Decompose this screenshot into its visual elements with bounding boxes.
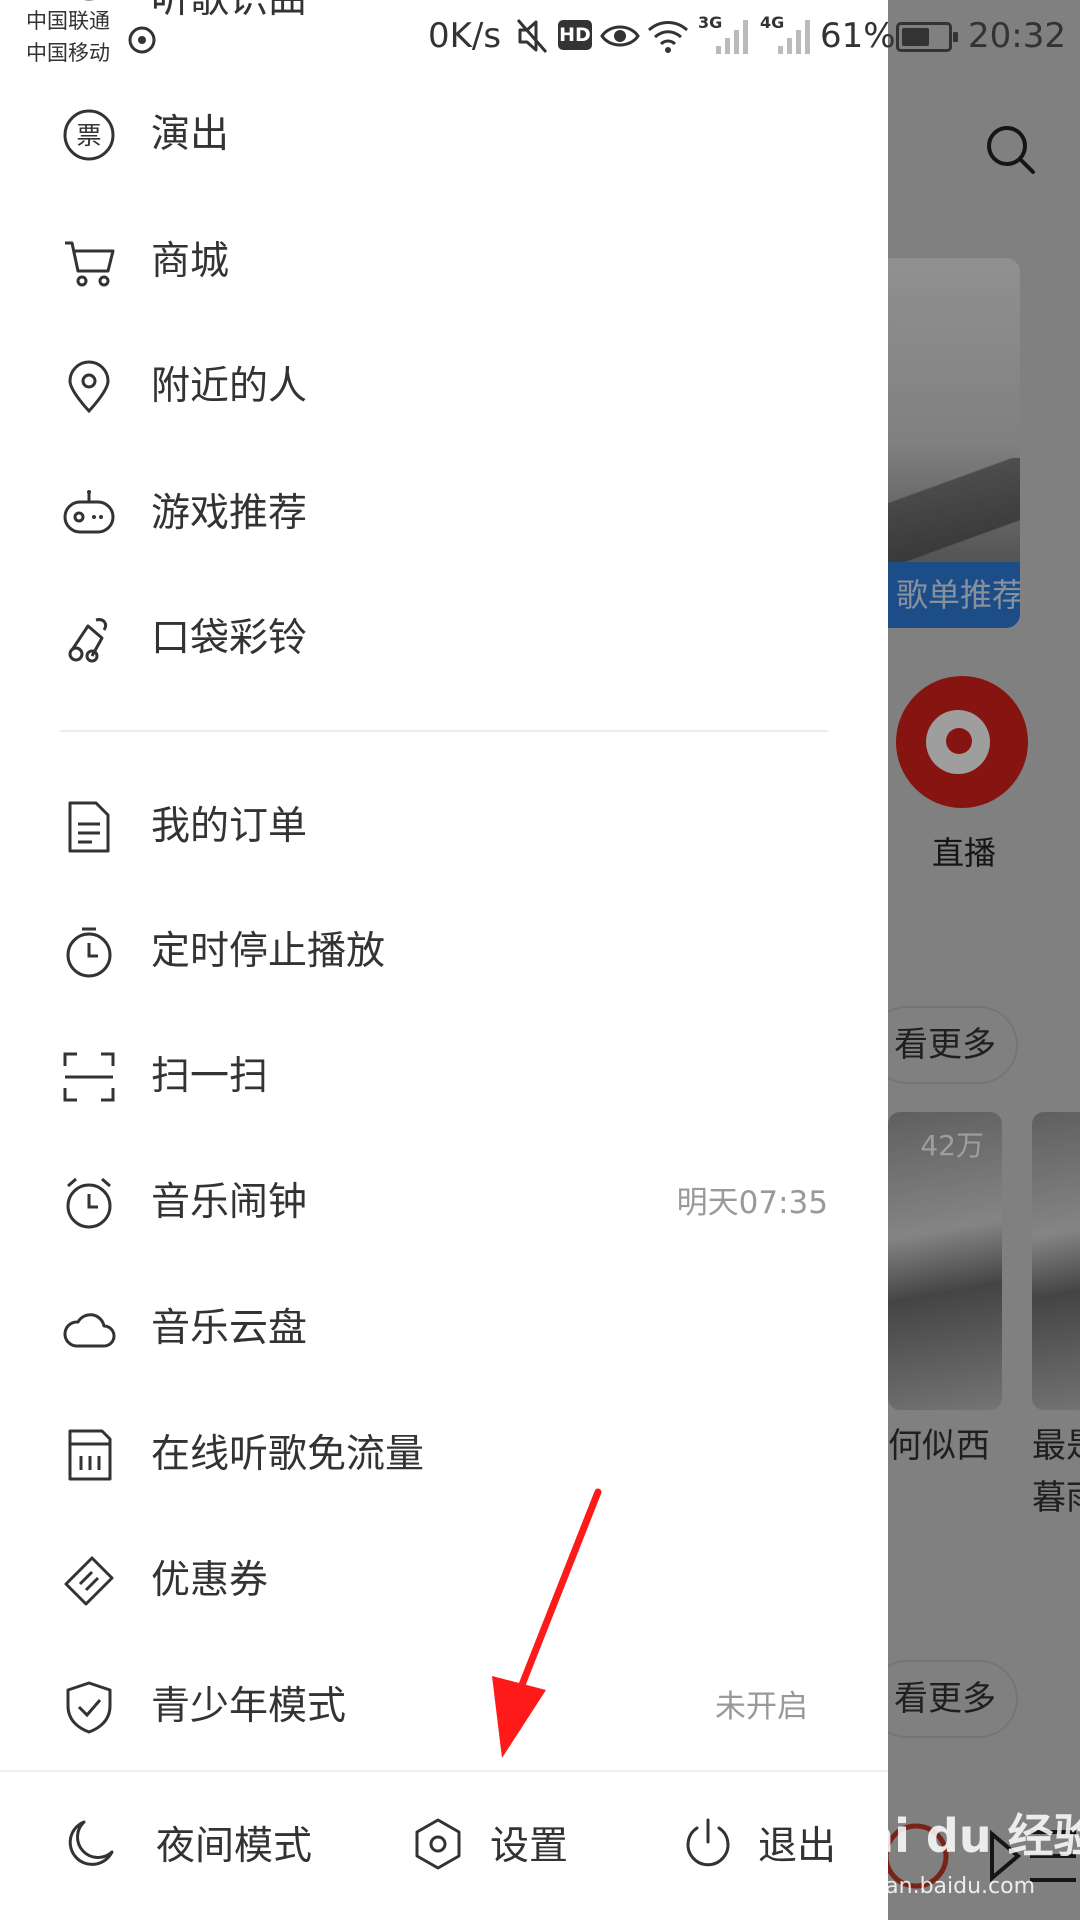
menu-item-scan[interactable]: 扫一扫 bbox=[0, 1022, 888, 1132]
order-document-icon bbox=[62, 800, 116, 854]
logout-label: 退出 bbox=[758, 1824, 837, 1869]
settings-button[interactable]: 设置 bbox=[330, 1772, 630, 1920]
menu-item-music-alarm[interactable]: 音乐闹钟 明天07:35 bbox=[0, 1148, 888, 1258]
night-mode-button[interactable]: 夜间模式 bbox=[0, 1772, 330, 1920]
menu-item-my-orders[interactable]: 我的订单 bbox=[0, 772, 888, 882]
ringtone-icon bbox=[62, 612, 116, 666]
menu-item-label: 青少年模式 bbox=[151, 1684, 347, 1729]
cart-icon bbox=[62, 235, 116, 289]
dim-overlay[interactable] bbox=[888, 0, 1080, 1920]
menu-item-label: 定时停止播放 bbox=[151, 929, 386, 974]
menu-item-label: 商城 bbox=[151, 239, 230, 284]
drawer-bottom-bar: 夜间模式 设置 退出 bbox=[0, 1770, 888, 1920]
menu-item-coupons[interactable]: 优惠券 bbox=[0, 1526, 888, 1636]
settings-hexagon-icon bbox=[415, 1818, 461, 1870]
battery-percent: 61% bbox=[820, 16, 896, 56]
menu-item-label: 扫一扫 bbox=[151, 1054, 269, 1099]
signal-4g-icon bbox=[778, 20, 810, 54]
carrier-name: 中国联通 bbox=[26, 9, 110, 33]
baidu-jingyan-watermark: Bai du 经验 jingyan.baidu.com bbox=[828, 1800, 1080, 1920]
menu-item-nearby-people[interactable]: 附近的人 bbox=[0, 332, 888, 442]
scan-icon bbox=[62, 1050, 116, 1104]
red-annotation-arrow bbox=[492, 1488, 602, 1758]
eye-icon bbox=[600, 25, 640, 47]
menu-item-label: 音乐闹钟 bbox=[151, 1180, 308, 1225]
menu-item-cloud-drive[interactable]: 音乐云盘 bbox=[0, 1274, 888, 1384]
gamepad-icon bbox=[62, 487, 116, 541]
menu-item-label: 优惠券 bbox=[151, 1558, 269, 1603]
background-app: 歌单推荐 直播 看更多 42万 何似西 最是 暮雨 看更多 bbox=[888, 0, 1080, 1920]
menu-item-label: 演出 bbox=[151, 112, 230, 157]
moon-icon bbox=[68, 1820, 114, 1866]
timer-icon bbox=[62, 925, 116, 979]
watermark-logo: Bai du 经验 bbox=[828, 1809, 1080, 1863]
menu-item-label: 附近的人 bbox=[151, 364, 308, 409]
alarm-time: 明天07:35 bbox=[676, 1185, 828, 1221]
menu-item-label: 口袋彩铃 bbox=[151, 616, 308, 661]
carrier-name: 中国移动 bbox=[26, 41, 110, 65]
svg-text:票: 票 bbox=[76, 121, 101, 150]
app-notification-icon bbox=[128, 26, 156, 54]
menu-item-shows[interactable]: 票 演出 bbox=[0, 80, 888, 190]
signal-3g-icon bbox=[716, 20, 748, 54]
clock: 20:32 bbox=[968, 16, 1066, 56]
menu-item-game-recommend[interactable]: 游戏推荐 bbox=[0, 459, 888, 569]
youth-mode-status: 未开启 bbox=[715, 1689, 808, 1725]
coupon-icon bbox=[62, 1554, 116, 1608]
menu-item-label: 游戏推荐 bbox=[151, 491, 308, 536]
wifi-icon bbox=[647, 21, 689, 53]
menu-item-sleep-timer[interactable]: 定时停止播放 bbox=[0, 897, 888, 1007]
mute-icon bbox=[516, 19, 548, 53]
night-mode-label: 夜间模式 bbox=[156, 1824, 313, 1869]
cloud-icon bbox=[62, 1302, 116, 1356]
settings-label: 设置 bbox=[490, 1824, 569, 1869]
status-bar: 中国联通 中国移动 0K/s HD 3G 4G 61% 20:32 bbox=[0, 0, 1080, 72]
hd-icon: HD bbox=[558, 20, 592, 50]
menu-item-label: 在线听歌免流量 bbox=[151, 1432, 425, 1477]
network-speed: 0K/s bbox=[428, 16, 502, 56]
watermark-url: jingyan.baidu.com bbox=[832, 1874, 1036, 1899]
menu-divider bbox=[60, 730, 828, 732]
shield-check-icon bbox=[62, 1680, 116, 1734]
alarm-clock-icon bbox=[62, 1176, 116, 1230]
power-icon bbox=[686, 1818, 730, 1867]
menu-item-free-data[interactable]: 在线听歌免流量 bbox=[0, 1400, 888, 1510]
menu-item-youth-mode[interactable]: 青少年模式 未开启 bbox=[0, 1652, 868, 1762]
battery-icon bbox=[896, 22, 958, 52]
side-drawer: 听歌识曲 票 演出 商城 附近的人 游戏推荐 bbox=[0, 0, 888, 1920]
menu-item-mall[interactable]: 商城 bbox=[0, 207, 888, 317]
menu-item-label: 我的订单 bbox=[151, 804, 308, 849]
location-pin-icon bbox=[62, 360, 116, 414]
sim-card-icon bbox=[62, 1428, 116, 1482]
menu-item-label: 音乐云盘 bbox=[151, 1306, 308, 1351]
ticket-icon: 票 bbox=[62, 108, 116, 162]
menu-item-pocket-ringtone[interactable]: 口袋彩铃 bbox=[0, 584, 888, 694]
